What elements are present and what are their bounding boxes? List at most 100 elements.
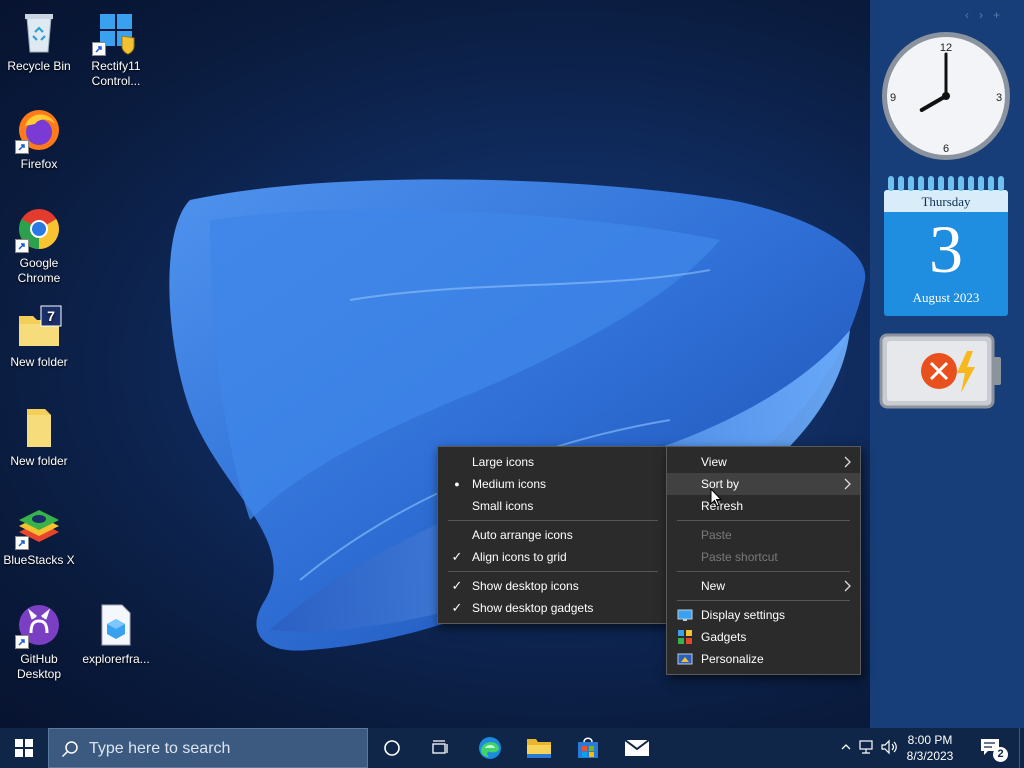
clock-number-9: 9	[890, 92, 896, 104]
chevron-up-icon[interactable]	[840, 741, 852, 753]
clock-date: 8/3/2023	[906, 749, 954, 763]
search-input[interactable]: Type here to search	[48, 728, 368, 768]
desktop-icon-explorerframe[interactable]: explorerfra...	[77, 601, 155, 667]
cortana-icon	[384, 740, 400, 756]
desktop-icon-new-folder-1[interactable]: 7 New folder	[0, 304, 78, 370]
menu-separator	[448, 520, 658, 521]
menu-item-label: Personalize	[701, 652, 764, 666]
menu-item-personalize[interactable]: Personalize	[667, 648, 860, 670]
desktop-icon-google-chrome[interactable]: Google Chrome	[0, 205, 78, 286]
menu-separator	[448, 571, 658, 572]
task-view-icon	[432, 740, 448, 754]
menu-item-view[interactable]: View	[667, 451, 860, 473]
personalize-icon	[677, 653, 693, 665]
desktop-icon-label: New folder	[10, 355, 68, 369]
clock-gadget[interactable]: 12 3 6 9	[880, 30, 1012, 162]
menu-item-refresh[interactable]: Refresh	[667, 495, 860, 517]
menu-item-show-desktop-gadgets[interactable]: ✓ Show desktop gadgets	[438, 597, 668, 619]
menu-item-paste-shortcut: Paste shortcut	[667, 546, 860, 568]
mail-icon	[624, 739, 650, 756]
recycle-bin-icon	[15, 8, 63, 56]
notification-center-button[interactable]: 2	[980, 736, 1010, 762]
menu-item-label: New	[701, 579, 726, 593]
taskbar-file-explorer[interactable]	[515, 728, 563, 768]
sidebar-next-icon[interactable]: ›	[979, 8, 993, 22]
folder-icon: 7	[15, 304, 63, 352]
calendar-gadget[interactable]: Thursday 3 August 2023	[884, 176, 1008, 316]
cortana-button[interactable]	[368, 728, 416, 768]
folder-icon	[15, 403, 63, 451]
clock-number-6: 6	[943, 143, 949, 155]
sidebar-nav: ‹›+	[965, 8, 1010, 22]
desktop-icon-label: Google Chrome	[17, 256, 61, 285]
menu-item-medium-icons[interactable]: ● Medium icons	[438, 473, 668, 495]
github-icon	[15, 601, 63, 649]
windows-logo-icon	[15, 739, 33, 757]
network-icon[interactable]	[858, 739, 874, 755]
desktop-icon-new-folder-2[interactable]: New folder	[0, 403, 78, 469]
taskbar: Type here to search 8:00 PM 8/3/2023 2	[0, 728, 1024, 768]
menu-item-label: Show desktop gadgets	[472, 601, 594, 615]
taskbar-edge[interactable]	[466, 728, 514, 768]
calendar-rings	[888, 176, 1004, 192]
calendar-month: August 2023	[912, 290, 980, 305]
taskbar-store[interactable]	[564, 728, 612, 768]
desktop-icon-bluestacks[interactable]: BlueStacks X	[0, 502, 78, 568]
menu-item-show-desktop-icons[interactable]: ✓ Show desktop icons	[438, 575, 668, 597]
search-placeholder: Type here to search	[89, 740, 231, 757]
sidebar-prev-icon[interactable]: ‹	[965, 8, 979, 22]
start-button[interactable]	[0, 728, 48, 768]
menu-item-label: Auto arrange icons	[472, 528, 573, 542]
menu-item-small-icons[interactable]: Small icons	[438, 495, 668, 517]
menu-item-align-to-grid[interactable]: ✓ Align icons to grid	[438, 546, 668, 568]
show-desktop-button[interactable]	[1019, 728, 1024, 768]
menu-item-label: Paste shortcut	[701, 550, 778, 564]
desktop-icon-recycle-bin[interactable]: Recycle Bin	[0, 8, 78, 74]
clock-number-3: 3	[996, 92, 1002, 104]
menu-item-label: Gadgets	[701, 630, 747, 644]
notification-count-badge: 2	[993, 747, 1008, 762]
file-explorer-icon	[527, 739, 551, 758]
firefox-icon	[15, 106, 63, 154]
battery-gadget[interactable]	[879, 333, 1005, 409]
taskbar-mail[interactable]	[613, 728, 661, 768]
menu-item-auto-arrange[interactable]: Auto arrange icons	[438, 524, 668, 546]
desktop-icon-label: Rectify11 Control...	[91, 59, 141, 88]
menu-item-display-settings[interactable]: Display settings	[667, 604, 860, 626]
desktop[interactable]: Recycle Bin Rectify11 Control... Firefox…	[0, 0, 1024, 728]
clock-number-12: 12	[940, 42, 952, 54]
desktop-icon-github-desktop[interactable]: GitHub Desktop	[0, 601, 78, 682]
edge-icon	[479, 737, 501, 759]
file-icon	[92, 601, 140, 649]
menu-item-large-icons[interactable]: Large icons	[438, 451, 668, 473]
desktop-icon-label: New folder	[10, 454, 68, 468]
shortcut-arrow-icon	[15, 536, 29, 550]
menu-separator	[677, 600, 850, 601]
clock-time: 8:00 PM	[907, 733, 953, 747]
control-panel-icon	[92, 8, 140, 56]
shortcut-arrow-icon	[15, 239, 29, 253]
menu-item-sort-by[interactable]: Sort by	[667, 473, 860, 495]
chevron-right-icon	[844, 580, 851, 592]
gadgets-icon	[678, 630, 692, 644]
menu-item-label: Paste	[701, 528, 732, 542]
menu-item-label: Show desktop icons	[472, 579, 579, 593]
menu-item-label: Refresh	[701, 499, 744, 513]
menu-item-new[interactable]: New	[667, 575, 860, 597]
clock-datetime[interactable]: 8:00 PM 8/3/2023	[900, 732, 960, 764]
volume-icon[interactable]	[880, 739, 898, 755]
desktop-context-menu: View Sort by Refresh Paste Paste shortcu…	[666, 446, 861, 675]
menu-item-gadgets[interactable]: Gadgets	[667, 626, 860, 648]
calendar-day: Thursday	[884, 190, 1008, 212]
folder-badge: 7	[47, 308, 55, 324]
menu-item-label: Small icons	[472, 499, 534, 513]
task-view-button[interactable]	[416, 728, 464, 768]
chevron-right-icon	[844, 478, 851, 490]
desktop-icon-rectify11-control[interactable]: Rectify11 Control...	[77, 8, 155, 89]
desktop-icon-firefox[interactable]: Firefox	[0, 106, 78, 172]
sidebar-add-icon[interactable]: +	[993, 8, 1010, 22]
display-settings-icon	[677, 609, 693, 621]
menu-item-label: Display settings	[701, 608, 786, 622]
store-icon	[578, 737, 598, 758]
chevron-right-icon	[844, 456, 851, 468]
